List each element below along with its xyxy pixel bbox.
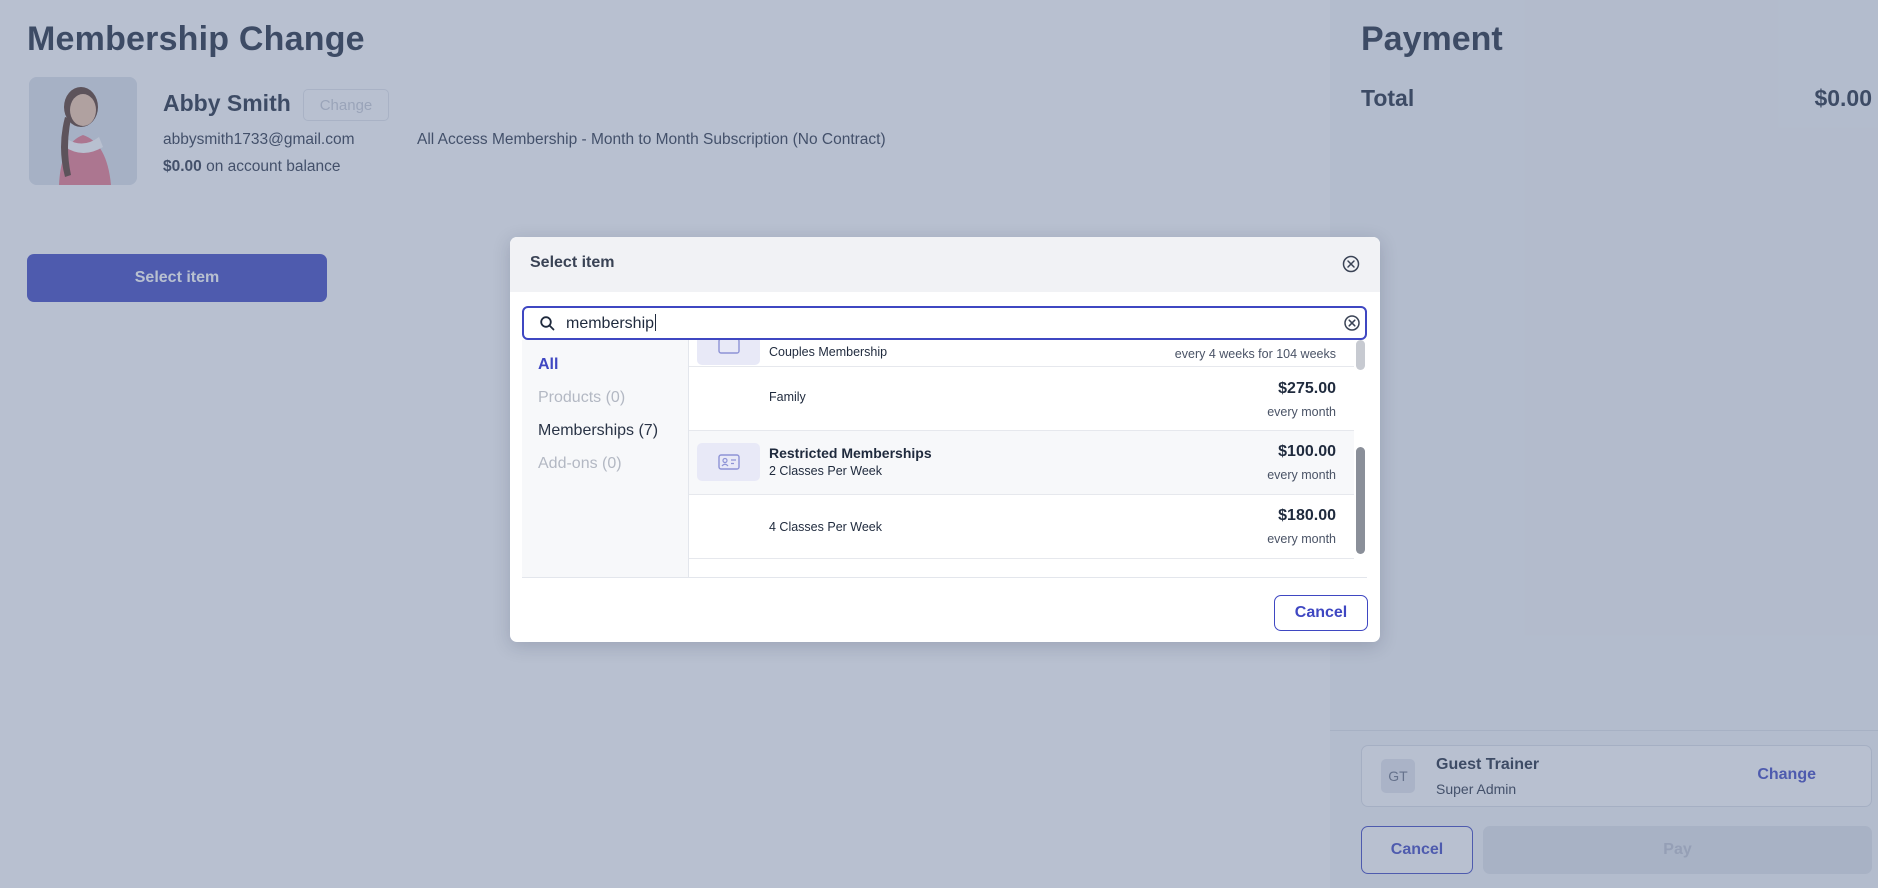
category-memberships[interactable]: Memberships (7) [538, 422, 658, 440]
search-results: All Products (0) Memberships (7) Add-ons… [522, 340, 1367, 578]
search-icon [540, 316, 555, 331]
item-frequency: every month [1267, 405, 1336, 419]
item-subtitle: Couples Membership [769, 345, 888, 359]
scrollbar-track-segment [1356, 340, 1365, 370]
list-item-restricted-2-classes[interactable]: Restricted Memberships 2 Classes Per Wee… [689, 431, 1354, 495]
category-all[interactable]: All [538, 356, 558, 374]
item-price: $100.00 [1278, 443, 1336, 460]
modal-header: Select item [510, 237, 1380, 292]
item-frequency: every month [1267, 532, 1336, 546]
item-subtitle: Family [769, 390, 806, 404]
close-icon[interactable] [1342, 255, 1360, 273]
item-subtitle: 4 Classes Per Week [769, 520, 883, 534]
search-query: membership [566, 315, 655, 332]
text-caret [655, 314, 657, 331]
list-item-couples-membership[interactable]: Couples Membership every 4 weeks for 104… [689, 340, 1354, 367]
item-price: $180.00 [1278, 507, 1336, 524]
item-price: $275.00 [1278, 380, 1336, 397]
results-scrollbar[interactable] [1355, 340, 1365, 577]
membership-card-icon [717, 454, 740, 470]
list-item-family[interactable]: Family $275.00 every month [689, 367, 1354, 431]
modal-cancel-button[interactable]: Cancel [1274, 595, 1368, 631]
item-frequency: every month [1267, 468, 1336, 482]
items-list: Couples Membership every 4 weeks for 104… [689, 340, 1354, 577]
list-item-restricted-4-classes[interactable]: 4 Classes Per Week $180.00 every month [689, 495, 1354, 559]
modal-title: Select item [530, 254, 615, 271]
item-frequency: every 4 weeks for 104 weeks [1174, 347, 1336, 361]
category-filter-list: All Products (0) Memberships (7) Add-ons… [522, 340, 689, 577]
scrollbar-thumb[interactable] [1356, 447, 1365, 554]
category-add-ons[interactable]: Add-ons (0) [538, 455, 622, 473]
search-input[interactable]: membership [522, 306, 1367, 340]
search-value: membership [566, 314, 657, 333]
item-title: Restricted Memberships [769, 445, 932, 461]
membership-card-icon [717, 340, 740, 354]
category-products[interactable]: Products (0) [538, 389, 625, 407]
membership-thumbnail [697, 443, 760, 481]
membership-thumbnail [697, 340, 760, 365]
select-item-modal: Select item membership All Products (0) … [510, 237, 1380, 642]
clear-search-icon[interactable] [1343, 314, 1361, 332]
item-subtitle: 2 Classes Per Week [769, 464, 883, 478]
